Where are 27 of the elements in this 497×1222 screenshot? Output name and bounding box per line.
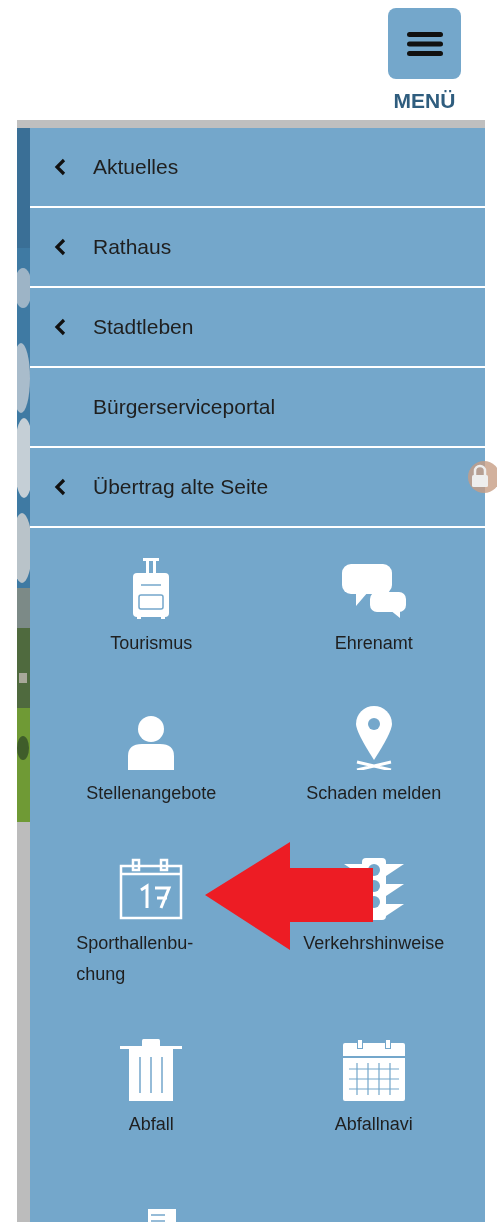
suitcase-icon[interactable] — [131, 558, 172, 620]
tile-link[interactable]: Sporthallenbu-chung — [76, 928, 227, 990]
menu-item[interactable]: Stadtleben — [30, 288, 485, 368]
lock-icon[interactable] — [467, 460, 497, 494]
tile-link[interactable]: Verkehrshinweise — [303, 928, 445, 959]
tile-link[interactable]: Abfall — [128, 1109, 174, 1140]
person-icon[interactable] — [128, 716, 175, 770]
chevron-left-icon — [54, 478, 66, 496]
menu-item[interactable]: Bürgerserviceportal — [30, 368, 485, 448]
menu-icon — [406, 31, 443, 56]
chevron-left-icon — [54, 238, 66, 256]
menu-item[interactable]: Rathaus — [30, 208, 485, 288]
speech-bubbles-icon[interactable] — [341, 562, 406, 620]
menu-button[interactable] — [388, 8, 461, 79]
calendar-icon[interactable] — [342, 1039, 405, 1101]
chevron-left-icon — [54, 158, 66, 176]
map-pin-icon[interactable] — [354, 706, 393, 770]
menu-label[interactable]: MENÜ — [393, 89, 456, 113]
tile-link[interactable]: Stellenangebote — [86, 778, 217, 809]
tile-link[interactable]: Schaden melden — [306, 778, 442, 809]
tile-link[interactable]: Ehrenamt — [334, 628, 413, 659]
tile-link[interactable]: Tourismus — [110, 628, 193, 659]
calendar-icon[interactable] — [119, 858, 184, 920]
chevron-left-icon — [54, 318, 66, 336]
trash-can-icon[interactable] — [120, 1039, 183, 1101]
menu-item[interactable]: Aktuelles — [30, 128, 485, 208]
tile-link[interactable]: Abfallnavi — [334, 1109, 413, 1140]
